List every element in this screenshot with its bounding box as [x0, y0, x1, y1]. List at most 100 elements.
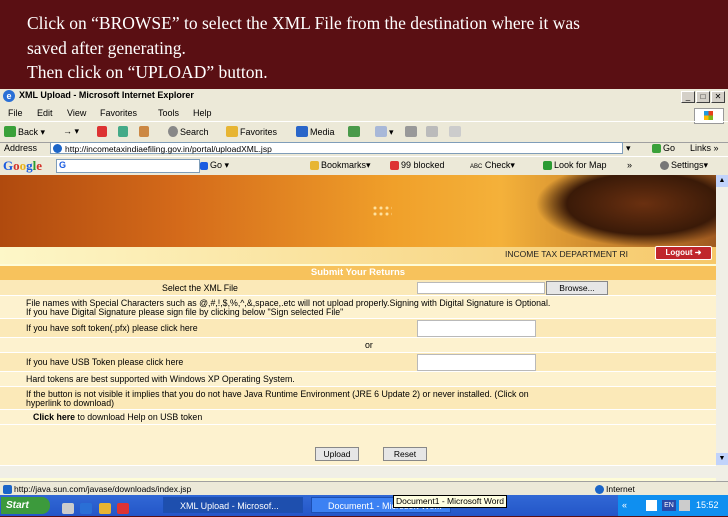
start-button[interactable]: Start [1, 497, 50, 514]
tray-arrow-icon[interactable]: « [622, 500, 627, 510]
popup-blocked-icon [390, 161, 399, 170]
forward-button[interactable]: → ▾ [63, 126, 79, 137]
select-file-row: Select the XML File Browse... [0, 280, 716, 296]
explorer-icon[interactable] [98, 503, 111, 514]
page-heading: Submit Your Returns [0, 266, 716, 280]
history-icon [348, 126, 360, 137]
google-toolbar: Google G Go ▾ Bookmarks▾ 99 blocked ABC … [0, 156, 728, 174]
scroll-up-icon[interactable]: ▲ [716, 175, 728, 187]
bookmarks-button[interactable]: Bookmarks▾ [310, 160, 371, 171]
zone-label: Internet [606, 484, 635, 494]
google-more-button[interactable]: » [627, 160, 632, 170]
media-label: Media [310, 127, 335, 137]
mail-button[interactable]: ▾ [375, 126, 394, 138]
horizontal-scrollbar[interactable] [0, 466, 716, 478]
address-input[interactable]: http://incometaxindiaefiling.gov.in/port… [50, 142, 623, 154]
stop-button[interactable] [97, 126, 109, 137]
close-button[interactable]: ✕ [711, 91, 725, 103]
discuss-button[interactable] [449, 126, 463, 137]
file-path-input[interactable] [417, 282, 545, 294]
edit-button[interactable] [426, 126, 440, 137]
stop-icon [97, 126, 107, 137]
home-button[interactable] [139, 126, 151, 137]
ie-quicklaunch-icon[interactable] [80, 503, 93, 514]
ie-icon: e [3, 90, 15, 102]
go-label: Go [663, 143, 676, 153]
search-icon [168, 126, 178, 137]
minimize-button[interactable]: _ [681, 91, 695, 103]
back-button[interactable]: Back ▾ [4, 126, 45, 138]
google-search-input[interactable]: G [56, 159, 200, 173]
language-indicator[interactable]: EN [662, 500, 676, 511]
title-bar: e XML Upload - Microsoft Internet Explor… [0, 89, 728, 104]
upload-button[interactable]: Upload [315, 447, 359, 461]
address-dropdown[interactable]: ▾ [626, 143, 631, 154]
system-tray: « EN 15:52 [618, 495, 728, 516]
look-for-map-label: Look for Map [554, 160, 607, 170]
logout-label: Logout [665, 248, 693, 257]
help-link[interactable]: Click here [33, 412, 75, 422]
edit-icon [426, 126, 438, 137]
app-icon[interactable] [117, 503, 130, 514]
back-label: Back [18, 127, 39, 137]
instruction-line-2: saved after generating. [27, 37, 186, 58]
settings-label: Settings [671, 160, 704, 170]
check-label: Check [484, 160, 511, 170]
usb-token-text: If you have USB Token please click here [26, 357, 184, 367]
look-for-map-button[interactable]: Look for Map [543, 160, 607, 170]
menu-bar: File Edit View Favorites Tools Help [0, 105, 728, 124]
status-url: http://java.sun.com/javase/downloads/ind… [3, 484, 191, 494]
help-text-rest: to download Help on USB token [75, 412, 203, 422]
task-xml-upload[interactable]: XML Upload - Microsof... [163, 497, 303, 513]
favorites-button[interactable]: Favorites [226, 126, 277, 137]
vertical-scrollbar[interactable]: ▲ ▼ [716, 175, 728, 481]
abc-check-icon: ABC [470, 164, 483, 170]
or-text: or [365, 340, 373, 350]
tray-app-icon[interactable] [646, 500, 657, 511]
spell-check-button[interactable]: ABC Check▾ [470, 160, 515, 171]
google-go-button[interactable]: Go ▾ [200, 160, 229, 171]
media-button[interactable]: Media [296, 126, 335, 137]
menu-help[interactable]: Help [193, 108, 212, 118]
refresh-button[interactable] [118, 126, 130, 137]
history-button[interactable] [348, 126, 362, 137]
scroll-down-icon[interactable]: ▼ [716, 453, 728, 465]
browse-button[interactable]: Browse... [546, 281, 608, 295]
search-button[interactable]: Search [168, 126, 209, 137]
address-bar: Address http://incometaxindiaefiling.gov… [0, 141, 728, 156]
desktop-icon[interactable] [62, 503, 74, 514]
hard-tokens-text: Hard tokens are best supported with Wind… [26, 374, 295, 384]
search-label: Search [180, 127, 209, 137]
browser-window: e XML Upload - Microsoft Internet Explor… [0, 89, 728, 516]
media-icon [296, 126, 308, 137]
google-logo: Google [3, 158, 43, 173]
banner-dots [372, 205, 392, 217]
or-row: or [0, 338, 716, 353]
logout-button[interactable]: Logout ➜ [655, 246, 712, 260]
taskbar: Start XML Upload - Microsof... Document1… [0, 495, 728, 516]
soft-token-applet[interactable] [417, 320, 536, 337]
menu-tools[interactable]: Tools [158, 108, 179, 118]
usb-token-applet[interactable] [417, 354, 536, 371]
maximize-button[interactable]: □ [696, 91, 710, 103]
soft-token-text: If you have soft token(.pfx) please clic… [26, 323, 198, 333]
reset-button[interactable]: Reset [383, 447, 427, 461]
refresh-icon [118, 126, 128, 137]
links-button[interactable]: Links » [690, 143, 719, 153]
select-file-label: Select the XML File [162, 283, 238, 293]
usb-token-row: If you have USB Token please click here [0, 353, 716, 372]
status-bar: http://java.sun.com/javase/downloads/ind… [0, 481, 728, 496]
blocked-label: 99 blocked [401, 160, 445, 170]
popup-blocker[interactable]: 99 blocked [390, 160, 445, 170]
settings-button[interactable]: Settings▾ [660, 160, 708, 171]
menu-edit[interactable]: Edit [37, 108, 53, 118]
go-button[interactable]: Go [652, 143, 675, 153]
menu-view[interactable]: View [67, 108, 86, 118]
menu-favorites[interactable]: Favorites [100, 108, 137, 118]
clock: 15:52 [696, 500, 719, 510]
print-button[interactable] [405, 126, 419, 137]
menu-file[interactable]: File [8, 108, 23, 118]
note-digital-signature: If you have Digital Signature please sig… [26, 307, 344, 317]
tray-volume-icon[interactable] [679, 500, 690, 511]
mail-icon [375, 126, 387, 137]
